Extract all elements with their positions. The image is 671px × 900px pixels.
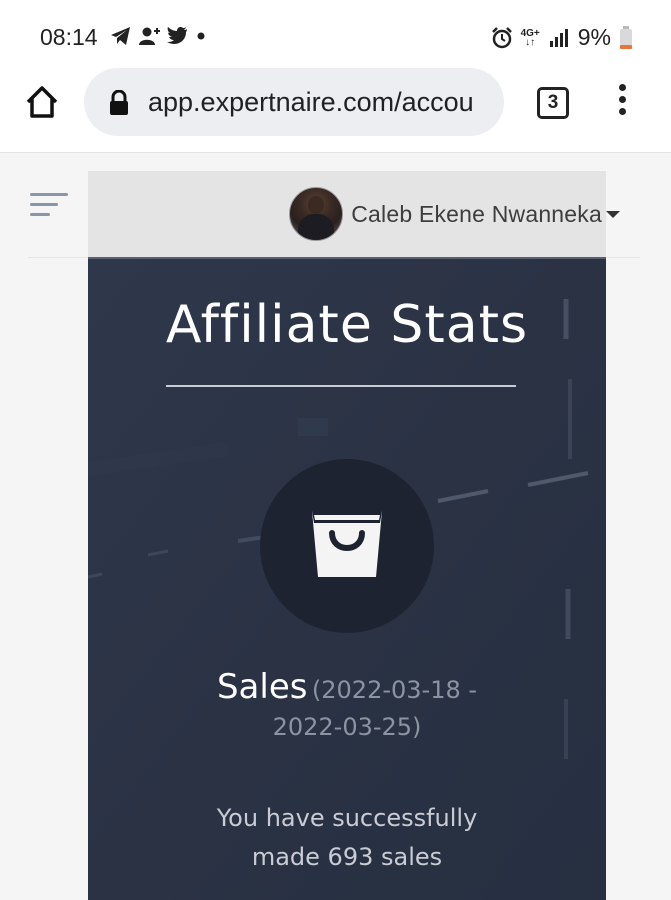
sales-summary-line1: You have successfully bbox=[216, 804, 478, 832]
title-divider bbox=[166, 385, 516, 387]
network-type: 4G+ bbox=[520, 27, 540, 39]
battery-icon bbox=[620, 25, 632, 49]
add-contact-icon bbox=[139, 27, 160, 45]
user-name[interactable]: Caleb Ekene Nwanneka bbox=[351, 201, 602, 228]
sales-icon-badge bbox=[260, 459, 434, 633]
sales-label: Sales bbox=[216, 667, 308, 707]
network-icon: 4G+ ↓↑ bbox=[520, 27, 540, 48]
status-right: 4G+ ↓↑ 9% bbox=[491, 24, 633, 51]
browser-toolbar: app.expertnaire.com/accou 3 bbox=[0, 62, 671, 153]
lock-icon bbox=[110, 90, 128, 115]
chevron-down-icon[interactable] bbox=[606, 210, 620, 218]
account-header: Caleb Ekene Nwanneka bbox=[88, 171, 620, 257]
tab-switcher-button[interactable]: 3 bbox=[537, 87, 569, 119]
more-menu-icon[interactable] bbox=[612, 84, 632, 124]
sales-summary: You have successfully made 693 sales bbox=[88, 799, 606, 877]
signal-icon bbox=[549, 28, 568, 47]
battery-percent: 9% bbox=[577, 24, 611, 50]
alarm-icon bbox=[491, 26, 512, 48]
dot-icon bbox=[197, 32, 205, 40]
web-page: Caleb Ekene Nwanneka Affiliate Stats Sal… bbox=[0, 153, 671, 900]
page-title: Affiliate Stats bbox=[165, 295, 529, 355]
notification-icons bbox=[110, 26, 208, 46]
date-range-end: 2022-03-25) bbox=[272, 713, 422, 741]
status-time: 08:14 bbox=[40, 24, 98, 50]
url-text[interactable]: app.expertnaire.com/accou bbox=[148, 87, 500, 118]
date-range-start: (2022-03-18 - bbox=[311, 676, 478, 704]
hamburger-menu-icon[interactable] bbox=[30, 193, 68, 219]
address-bar[interactable]: app.expertnaire.com/accou bbox=[84, 68, 504, 136]
avatar[interactable] bbox=[289, 187, 344, 241]
user-menu[interactable]: Caleb Ekene Nwanneka bbox=[289, 171, 620, 257]
sales-summary-line2: made 693 sales bbox=[251, 843, 443, 871]
home-icon[interactable] bbox=[24, 84, 60, 120]
twitter-icon bbox=[167, 27, 187, 44]
telegram-icon bbox=[111, 27, 130, 45]
affiliate-stats-panel: Affiliate Stats Sales (2022-03-18 - 2022… bbox=[88, 257, 606, 900]
sales-heading: Sales (2022-03-18 - bbox=[88, 667, 606, 714]
shopping-bag-icon bbox=[312, 511, 382, 577]
